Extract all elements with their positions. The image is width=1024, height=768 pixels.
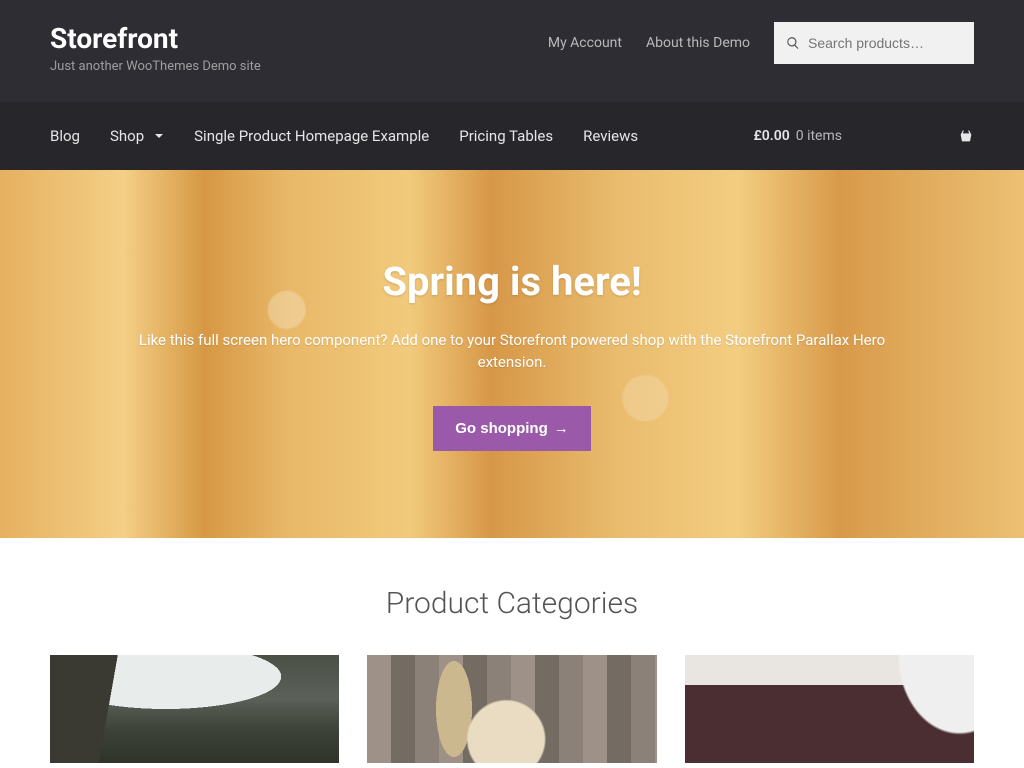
- branding: Storefront Just another WooThemes Demo s…: [50, 22, 548, 74]
- chevron-down-icon: [154, 131, 164, 141]
- cart-items-count: 0 items: [796, 128, 842, 144]
- top-header: Storefront Just another WooThemes Demo s…: [0, 0, 1024, 102]
- category-card[interactable]: [50, 655, 339, 763]
- product-categories-section: Product Categories: [0, 538, 1024, 763]
- nav-pricing-tables[interactable]: Pricing Tables: [459, 127, 553, 145]
- site-title[interactable]: Storefront: [50, 22, 548, 55]
- hero-text: Like this full screen hero component? Ad…: [132, 329, 892, 374]
- arrow-right-icon: →: [554, 420, 569, 437]
- nav-shop[interactable]: Shop: [110, 127, 164, 145]
- header-right: My Account About this Demo: [548, 22, 974, 64]
- cart-amount: £0.00: [753, 128, 789, 144]
- secondary-nav: My Account About this Demo: [548, 35, 750, 51]
- section-title: Product Categories: [50, 586, 974, 621]
- search-icon: [786, 36, 800, 50]
- category-card[interactable]: [685, 655, 974, 763]
- search-input[interactable]: [808, 35, 962, 51]
- nav-reviews[interactable]: Reviews: [583, 127, 638, 145]
- nav-blog[interactable]: Blog: [50, 127, 80, 145]
- hero: Spring is here! Like this full screen he…: [0, 170, 1024, 538]
- hero-title: Spring is here!: [382, 258, 641, 305]
- site-description: Just another WooThemes Demo site: [50, 59, 548, 74]
- category-grid: [50, 655, 974, 763]
- cart-link[interactable]: £0.00 0 items: [753, 128, 974, 144]
- nav-my-account[interactable]: My Account: [548, 35, 622, 51]
- nav-about-demo[interactable]: About this Demo: [646, 35, 750, 51]
- primary-nav: Blog Shop Single Product Homepage Exampl…: [0, 102, 1024, 170]
- hero-button-label: Go shopping: [455, 420, 547, 437]
- search-box[interactable]: [774, 22, 974, 64]
- category-card[interactable]: [367, 655, 656, 763]
- primary-nav-items: Blog Shop Single Product Homepage Exampl…: [50, 127, 638, 145]
- basket-icon: [958, 128, 974, 144]
- nav-single-product[interactable]: Single Product Homepage Example: [194, 127, 429, 145]
- nav-shop-label: Shop: [110, 127, 144, 145]
- go-shopping-button[interactable]: Go shopping →: [433, 406, 590, 451]
